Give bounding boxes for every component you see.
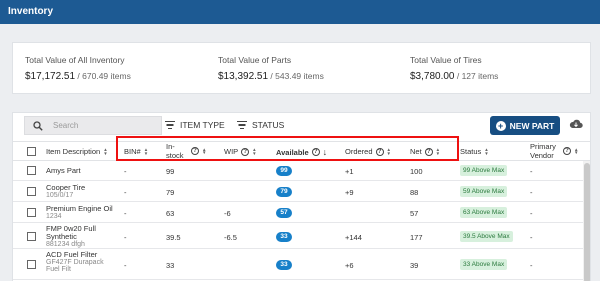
stat-all-inventory: Total Value of All Inventory $17,172.51 … — [25, 55, 131, 82]
net-value: 177 — [410, 233, 423, 242]
vendor-value: - — [530, 188, 533, 197]
wip-value: -6 — [224, 209, 231, 218]
row-checkbox[interactable] — [27, 166, 36, 175]
stat-tires: Total Value of Tires $3,780.00 / 127 ite… — [410, 55, 498, 82]
ordered-value: +9 — [345, 188, 354, 197]
sort-icon[interactable]: ▲ ▼ — [103, 147, 107, 155]
top-bar: Inventory — [0, 0, 600, 24]
vendor-value: - — [530, 261, 533, 270]
new-part-button[interactable]: + NEW PART — [490, 116, 560, 135]
stat-value: $17,172.51 / 670.49 items — [25, 71, 131, 82]
item-type-filter-button[interactable]: ITEM TYPE — [165, 120, 225, 130]
net-value: 88 — [410, 188, 419, 197]
stat-parts: Total Value of Parts $13,392.51 / 543.49… — [218, 55, 324, 82]
page-title: Inventory — [8, 6, 54, 17]
vendor-value: - — [530, 233, 533, 242]
col-item-description[interactable]: Item Description ▲ ▼ — [46, 147, 108, 156]
item-subtext: 1234 — [46, 213, 62, 220]
col-status[interactable]: Status ▲ ▼ — [460, 147, 489, 156]
in-stock-value: 99 — [166, 167, 175, 176]
scrollbar-thumb[interactable] — [584, 163, 590, 281]
new-part-label: NEW PART — [509, 120, 555, 131]
sort-icon[interactable]: ▲ ▼ — [574, 147, 578, 155]
row-checkbox[interactable] — [27, 187, 36, 196]
available-badge: 79 — [276, 187, 292, 197]
item-name[interactable]: Premium Engine Oil 1234 — [46, 205, 113, 221]
bin-value: - — [124, 209, 127, 218]
search-box[interactable] — [24, 116, 162, 135]
bin-value: - — [124, 261, 127, 270]
filter-lines-icon — [237, 121, 247, 129]
status-badge: 99 Above Max — [460, 165, 508, 176]
item-name[interactable]: Cooper Tire 105/0/17 — [46, 184, 85, 200]
stat-value: $13,392.51 / 543.49 items — [218, 71, 324, 82]
filter-lines-icon — [165, 121, 175, 129]
status-badge: 33 Above Max — [460, 259, 508, 270]
item-subtext: 881234 dfgh — [46, 241, 85, 248]
status-badge: 63 Above Max — [460, 207, 508, 218]
vendor-value: - — [530, 209, 533, 218]
search-input[interactable] — [53, 121, 153, 130]
item-type-label: ITEM TYPE — [180, 120, 225, 130]
col-primary-vendor[interactable]: Primary Vendor ? ▲ ▼ — [530, 142, 578, 160]
item-name[interactable]: Amys Part — [46, 167, 81, 175]
table-scrollbar[interactable] — [583, 161, 590, 281]
info-icon[interactable]: ? — [563, 147, 571, 155]
row-checkbox[interactable] — [27, 232, 36, 241]
status-badge: 59 Above Max — [460, 186, 508, 197]
bin-value: - — [124, 167, 127, 176]
table-row[interactable]: ACD Fuel Filter GF427F Durapack Fuel Filt… — [13, 250, 583, 280]
stat-value: $3,780.00 / 127 items — [410, 71, 499, 82]
sort-icon[interactable]: ▲ ▼ — [484, 147, 488, 155]
table-row[interactable]: Cooper Tire 105/0/17 - 79 79 +9 88 59 Abo… — [13, 182, 583, 202]
row-checkbox[interactable] — [27, 260, 36, 269]
available-badge: 99 — [276, 166, 292, 176]
select-all-checkbox[interactable] — [27, 147, 36, 156]
stat-label: Total Value of All Inventory — [25, 55, 125, 65]
wip-value: -6.5 — [224, 233, 237, 242]
ordered-value: +6 — [345, 261, 354, 270]
search-icon — [33, 120, 43, 131]
stat-label: Total Value of Tires — [410, 55, 482, 65]
table-row[interactable]: Amys Part - 99 99 +1 100 99 Above Max - — [13, 161, 583, 181]
plus-circle-icon: + — [495, 120, 506, 131]
table-row[interactable]: Premium Engine Oil 1234 - 63 -6 57 57 63 … — [13, 203, 583, 223]
status-badge: 39.5 Above Max — [460, 231, 513, 242]
item-subtext: 105/0/17 — [46, 192, 74, 199]
item-subtext: GF427F Durapack Fuel Filt — [46, 259, 104, 273]
ordered-value: +1 — [345, 167, 354, 176]
item-name[interactable]: ACD Fuel Filter GF427F Durapack Fuel Filt — [46, 251, 118, 274]
available-badge: 57 — [276, 208, 292, 218]
item-name[interactable]: FMP 0w20 Full Synthetic 881234 dfgh — [46, 225, 118, 249]
net-value: 100 — [410, 167, 423, 176]
stat-label: Total Value of Parts — [218, 55, 292, 65]
bin-value: - — [124, 188, 127, 197]
highlight-box — [116, 136, 459, 161]
ordered-value: +144 — [345, 233, 362, 242]
net-value: 57 — [410, 209, 419, 218]
bin-value: - — [124, 233, 127, 242]
in-stock-value: 63 — [166, 209, 175, 218]
net-value: 39 — [410, 261, 419, 270]
vendor-value: - — [530, 167, 533, 176]
status-filter-label: STATUS — [252, 120, 285, 130]
in-stock-value: 39.5 — [166, 233, 181, 242]
in-stock-value: 79 — [166, 188, 175, 197]
available-badge: 33 — [276, 232, 292, 242]
summary-card: Total Value of All Inventory $17,172.51 … — [12, 42, 591, 94]
cloud-download-icon[interactable] — [569, 119, 583, 129]
row-checkbox[interactable] — [27, 208, 36, 217]
inventory-panel: ITEM TYPE STATUS + NEW PART Item Descrip… — [12, 112, 591, 281]
in-stock-value: 33 — [166, 261, 175, 270]
table-row[interactable]: FMP 0w20 Full Synthetic 881234 dfgh - 39.… — [13, 224, 583, 249]
status-filter-button[interactable]: STATUS — [237, 120, 284, 130]
available-badge: 33 — [276, 260, 292, 270]
